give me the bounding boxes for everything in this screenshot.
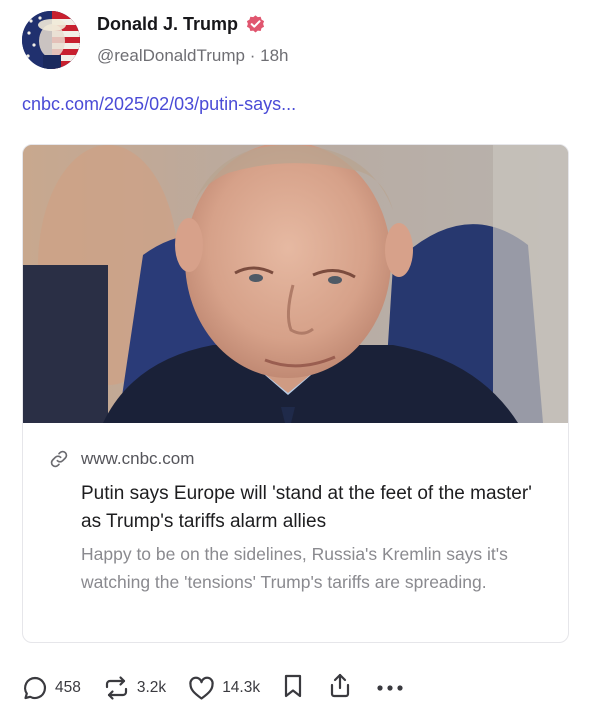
reply-count: 458	[55, 679, 81, 696]
post-timestamp[interactable]: 18h	[260, 46, 288, 65]
avatar-image	[22, 11, 80, 69]
post: Donald J. Trump @realDonaldTrump · 18h c…	[0, 0, 591, 715]
repost-count: 3.2k	[136, 679, 167, 696]
share-icon	[328, 672, 352, 704]
repost-icon	[103, 675, 130, 701]
bookmark-button[interactable]	[282, 673, 304, 704]
author-name-row: Donald J. Trump	[97, 14, 266, 35]
more-button[interactable]	[376, 679, 404, 697]
link-preview-body: www.cnbc.com Putin says Europe will 'sta…	[23, 423, 568, 642]
link-icon	[49, 449, 69, 469]
author-meta-row: @realDonaldTrump · 18h	[97, 46, 288, 66]
verified-badge-icon	[245, 14, 266, 35]
more-icon	[376, 679, 404, 697]
bookmark-icon	[282, 673, 304, 704]
share-button[interactable]	[328, 672, 352, 704]
link-domain: www.cnbc.com	[81, 449, 195, 468]
reply-icon	[22, 675, 48, 701]
repost-button[interactable]: 3.2k	[103, 675, 166, 701]
avatar[interactable]	[22, 11, 80, 69]
author-display-name[interactable]: Donald J. Trump	[97, 14, 238, 35]
link-description: Happy to be on the sidelines, Russia's K…	[81, 544, 508, 592]
meta-separator: ·	[249, 46, 256, 65]
post-link[interactable]: cnbc.com/2025/02/03/putin-says...	[22, 94, 296, 115]
link-preview-card[interactable]: www.cnbc.com Putin says Europe will 'sta…	[22, 144, 569, 643]
link-headline[interactable]: Putin says Europe will 'stand at the fee…	[81, 480, 551, 536]
author-handle[interactable]: @realDonaldTrump	[97, 46, 245, 65]
heart-icon	[188, 676, 215, 701]
action-bar: 458 3.2k 14.3k	[22, 672, 428, 704]
like-count: 14.3k	[222, 679, 261, 696]
link-preview-image	[23, 145, 568, 423]
like-button[interactable]: 14.3k	[188, 676, 260, 701]
reply-button[interactable]: 458	[22, 675, 81, 701]
link-domain-row: www.cnbc.com	[49, 449, 194, 469]
